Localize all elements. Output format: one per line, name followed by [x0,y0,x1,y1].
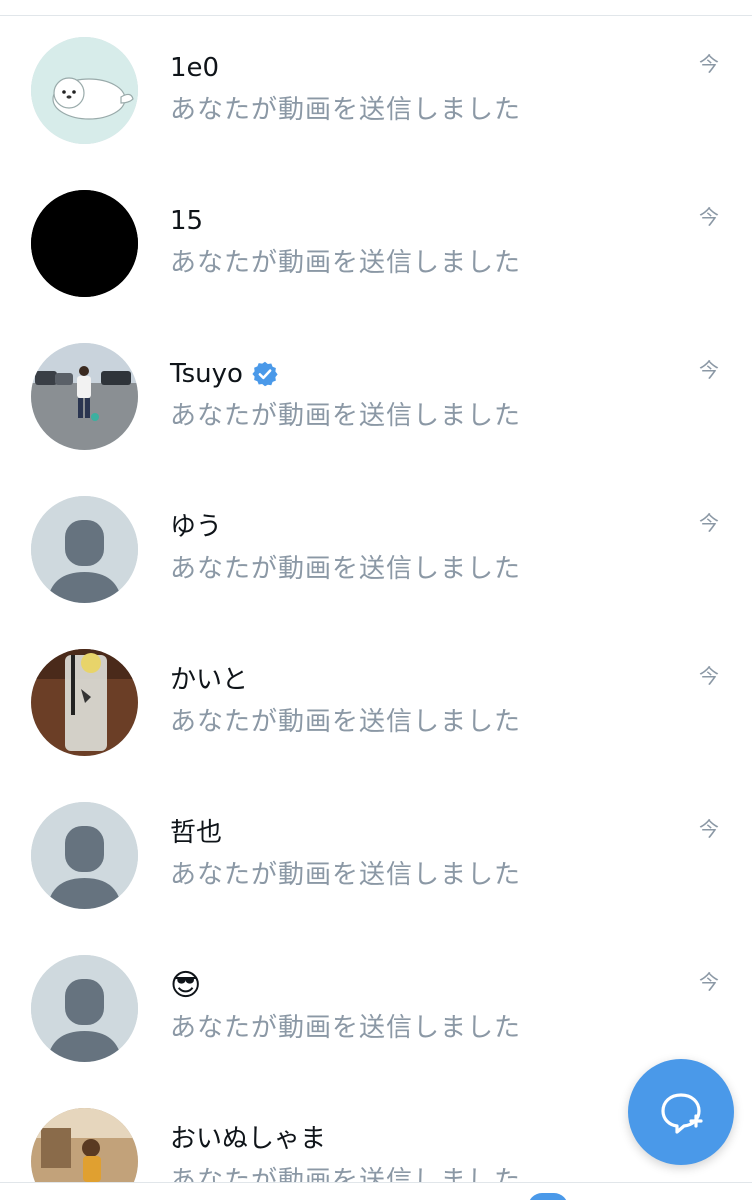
message-preview: あなたが動画を送信しました [170,860,522,890]
conversation-name: 1e0 [170,50,219,86]
timestamp: 今 [699,664,719,688]
avatar[interactable] [31,649,138,756]
default-avatar-icon [31,955,138,1062]
name-text: かいと [170,665,249,695]
avatar[interactable] [31,343,138,450]
message-preview: あなたが動画を送信しました [170,248,522,278]
messages-screen: 1e0 あなたが動画を送信しました 今 15 あなたが動画を送信しました 今 T… [0,0,752,1200]
name-text: 1e0 [170,53,220,83]
timestamp: 今 [699,358,719,382]
avatar[interactable] [31,955,138,1062]
conversation-row[interactable]: かいと あなたが動画を送信しました 今 [0,628,752,781]
conversation-name: 😎 [170,968,201,1004]
name-text: 哲也 [170,818,223,848]
conversation-name: 15 [170,203,203,239]
black-avatar-image [31,190,138,297]
parking-lot-photo-avatar-image [31,343,138,450]
conversation-name: かいと [170,662,248,698]
name-text: 😎 [170,968,202,1003]
message-preview: あなたが動画を送信しました [170,707,522,737]
conversation-row[interactable]: 1e0 あなたが動画を送信しました 今 [0,16,752,169]
conversation-row[interactable]: Tsuyo あなたが動画を送信しました 今 [0,322,752,475]
new-message-icon [661,1093,703,1134]
timestamp: 今 [699,970,719,994]
conversation-name: 哲也 [170,815,222,851]
conversation-row[interactable]: 😎 あなたが動画を送信しました 今 [0,934,752,1087]
timestamp: 今 [699,205,719,229]
conversation-row[interactable]: ゆう あなたが動画を送信しました 今 [0,475,752,628]
name-text: Tsuyo [170,359,243,389]
bottom-navigation-bar [0,1182,752,1200]
seal-avatar-image [31,37,138,144]
timestamp: 今 [699,52,719,76]
name-text: おいぬしゃま [170,1124,327,1154]
avatar[interactable] [31,802,138,909]
avatar[interactable] [31,37,138,144]
drink-glass-photo-avatar-image [31,649,138,756]
conversation-list[interactable]: 1e0 あなたが動画を送信しました 今 15 あなたが動画を送信しました 今 T… [0,16,752,1200]
conversation-name: おいぬしゃま [170,1121,326,1157]
name-text: ゆう [170,512,223,542]
timestamp: 今 [699,511,719,535]
default-avatar-icon [31,496,138,603]
conversation-name: ゆう [170,509,222,545]
avatar[interactable] [31,496,138,603]
conversation-row[interactable]: 哲也 あなたが動画を送信しました 今 [0,781,752,934]
conversation-name: Tsuyo [170,356,279,392]
message-preview: あなたが動画を送信しました [170,95,522,125]
message-preview: あなたが動画を送信しました [170,554,522,584]
name-text: 15 [170,206,204,236]
message-preview: あなたが動画を送信しました [170,401,522,431]
message-preview: あなたが動画を送信しました [170,1013,522,1043]
default-avatar-icon [31,802,138,909]
timestamp: 今 [699,817,719,841]
avatar[interactable] [31,190,138,297]
conversation-row[interactable]: 15 あなたが動画を送信しました 今 [0,169,752,322]
verified-badge-icon [251,360,279,388]
new-message-button[interactable] [628,1059,734,1165]
